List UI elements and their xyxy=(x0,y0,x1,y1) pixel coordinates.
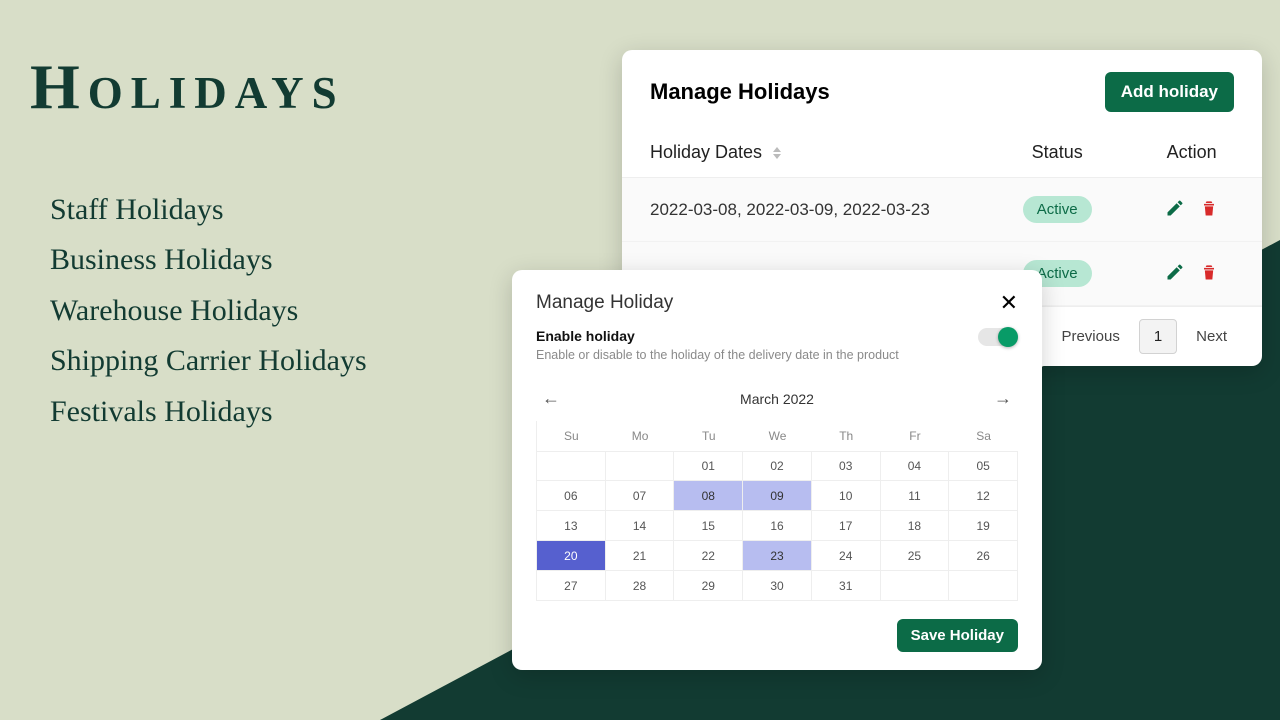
calendar-day[interactable]: 16 xyxy=(743,511,812,541)
calendar-day[interactable]: 24 xyxy=(812,541,881,571)
calendar-day[interactable]: 08 xyxy=(674,481,743,511)
calendar-day[interactable]: 14 xyxy=(606,511,675,541)
cell-status: Active xyxy=(993,178,1121,242)
calendar-day[interactable]: 12 xyxy=(949,481,1018,511)
calendar-day[interactable]: 05 xyxy=(949,451,1018,481)
cell-action xyxy=(1121,178,1262,242)
edit-icon[interactable] xyxy=(1163,260,1187,284)
calendar-day[interactable]: 06 xyxy=(537,481,606,511)
enable-holiday-toggle[interactable] xyxy=(978,328,1018,346)
calendar-day[interactable]: 11 xyxy=(881,481,950,511)
calendar-day[interactable]: 01 xyxy=(674,451,743,481)
calendar-day[interactable]: 20 xyxy=(537,541,606,571)
calendar-day[interactable]: 26 xyxy=(949,541,1018,571)
feature-list: Staff HolidaysBusiness HolidaysWarehouse… xyxy=(50,185,367,437)
calendar-month-label: March 2022 xyxy=(740,391,814,407)
close-icon[interactable]: ✕ xyxy=(1000,292,1018,314)
feature-item: Shipping Carrier Holidays xyxy=(50,336,367,386)
pager-previous-button[interactable]: Previous xyxy=(1046,319,1134,354)
calendar-day[interactable]: 29 xyxy=(674,571,743,601)
cell-action xyxy=(1121,242,1262,306)
add-holiday-button[interactable]: Add holiday xyxy=(1105,72,1234,112)
calendar-dow: Su xyxy=(537,421,606,451)
calendar-day[interactable]: 19 xyxy=(949,511,1018,541)
calendar-day[interactable]: 04 xyxy=(881,451,950,481)
calendar-empty-cell xyxy=(537,451,606,481)
calendar-day[interactable]: 28 xyxy=(606,571,675,601)
feature-item: Staff Holidays xyxy=(50,185,367,235)
calendar-day[interactable]: 18 xyxy=(881,511,950,541)
edit-icon[interactable] xyxy=(1163,196,1187,220)
calendar-day[interactable]: 13 xyxy=(537,511,606,541)
calendar-day[interactable]: 31 xyxy=(812,571,881,601)
col-header-dates[interactable]: Holiday Dates xyxy=(622,130,993,178)
calendar-empty-cell xyxy=(606,451,675,481)
calendar-dow: We xyxy=(743,421,812,451)
calendar-day[interactable]: 10 xyxy=(812,481,881,511)
calendar-day[interactable]: 25 xyxy=(881,541,950,571)
pager-page-1-button[interactable]: 1 xyxy=(1139,319,1177,354)
feature-item: Business Holidays xyxy=(50,235,367,285)
cell-dates: 2022-03-08, 2022-03-09, 2022-03-23 xyxy=(622,178,993,242)
table-row: 2022-03-08, 2022-03-09, 2022-03-23 Active xyxy=(622,178,1262,242)
enable-holiday-label: Enable holiday xyxy=(536,328,899,344)
pager-next-button[interactable]: Next xyxy=(1181,319,1242,354)
calendar-empty-cell xyxy=(949,571,1018,601)
page-title: Holidays xyxy=(30,50,345,124)
calendar-next-month-button[interactable]: → xyxy=(988,384,1018,413)
calendar-grid: SuMoTuWeThFrSa 0102030405 06070809101112 13… xyxy=(536,421,1018,601)
col-header-action: Action xyxy=(1121,130,1262,178)
calendar-empty-cell xyxy=(881,571,950,601)
calendar-dow: Sa xyxy=(949,421,1018,451)
calendar-day[interactable]: 09 xyxy=(743,481,812,511)
modal-title: Manage Holiday xyxy=(536,292,673,314)
calendar-dow: Mo xyxy=(606,421,675,451)
delete-icon[interactable] xyxy=(1197,260,1221,284)
calendar-day[interactable]: 15 xyxy=(674,511,743,541)
calendar-day[interactable]: 07 xyxy=(606,481,675,511)
calendar-day[interactable]: 02 xyxy=(743,451,812,481)
col-header-status: Status xyxy=(993,130,1121,178)
manage-holidays-title: Manage Holidays xyxy=(650,79,830,105)
delete-icon[interactable] xyxy=(1197,196,1221,220)
save-holiday-button[interactable]: Save Holiday xyxy=(897,619,1018,652)
calendar-day[interactable]: 30 xyxy=(743,571,812,601)
sort-icon[interactable] xyxy=(773,147,781,159)
calendar-prev-month-button[interactable]: ← xyxy=(536,384,566,413)
calendar-day[interactable]: 27 xyxy=(537,571,606,601)
calendar-day[interactable]: 17 xyxy=(812,511,881,541)
status-badge: Active xyxy=(1023,196,1092,223)
calendar-dow: Fr xyxy=(881,421,950,451)
manage-holiday-modal: Manage Holiday ✕ Enable holiday Enable o… xyxy=(512,270,1042,670)
enable-holiday-description: Enable or disable to the holiday of the … xyxy=(536,348,899,362)
calendar-dow: Th xyxy=(812,421,881,451)
calendar-day[interactable]: 22 xyxy=(674,541,743,571)
calendar-dow: Tu xyxy=(674,421,743,451)
feature-item: Warehouse Holidays xyxy=(50,286,367,336)
calendar-day[interactable]: 23 xyxy=(743,541,812,571)
feature-item: Festivals Holidays xyxy=(50,387,367,437)
calendar-day[interactable]: 21 xyxy=(606,541,675,571)
calendar-day[interactable]: 03 xyxy=(812,451,881,481)
